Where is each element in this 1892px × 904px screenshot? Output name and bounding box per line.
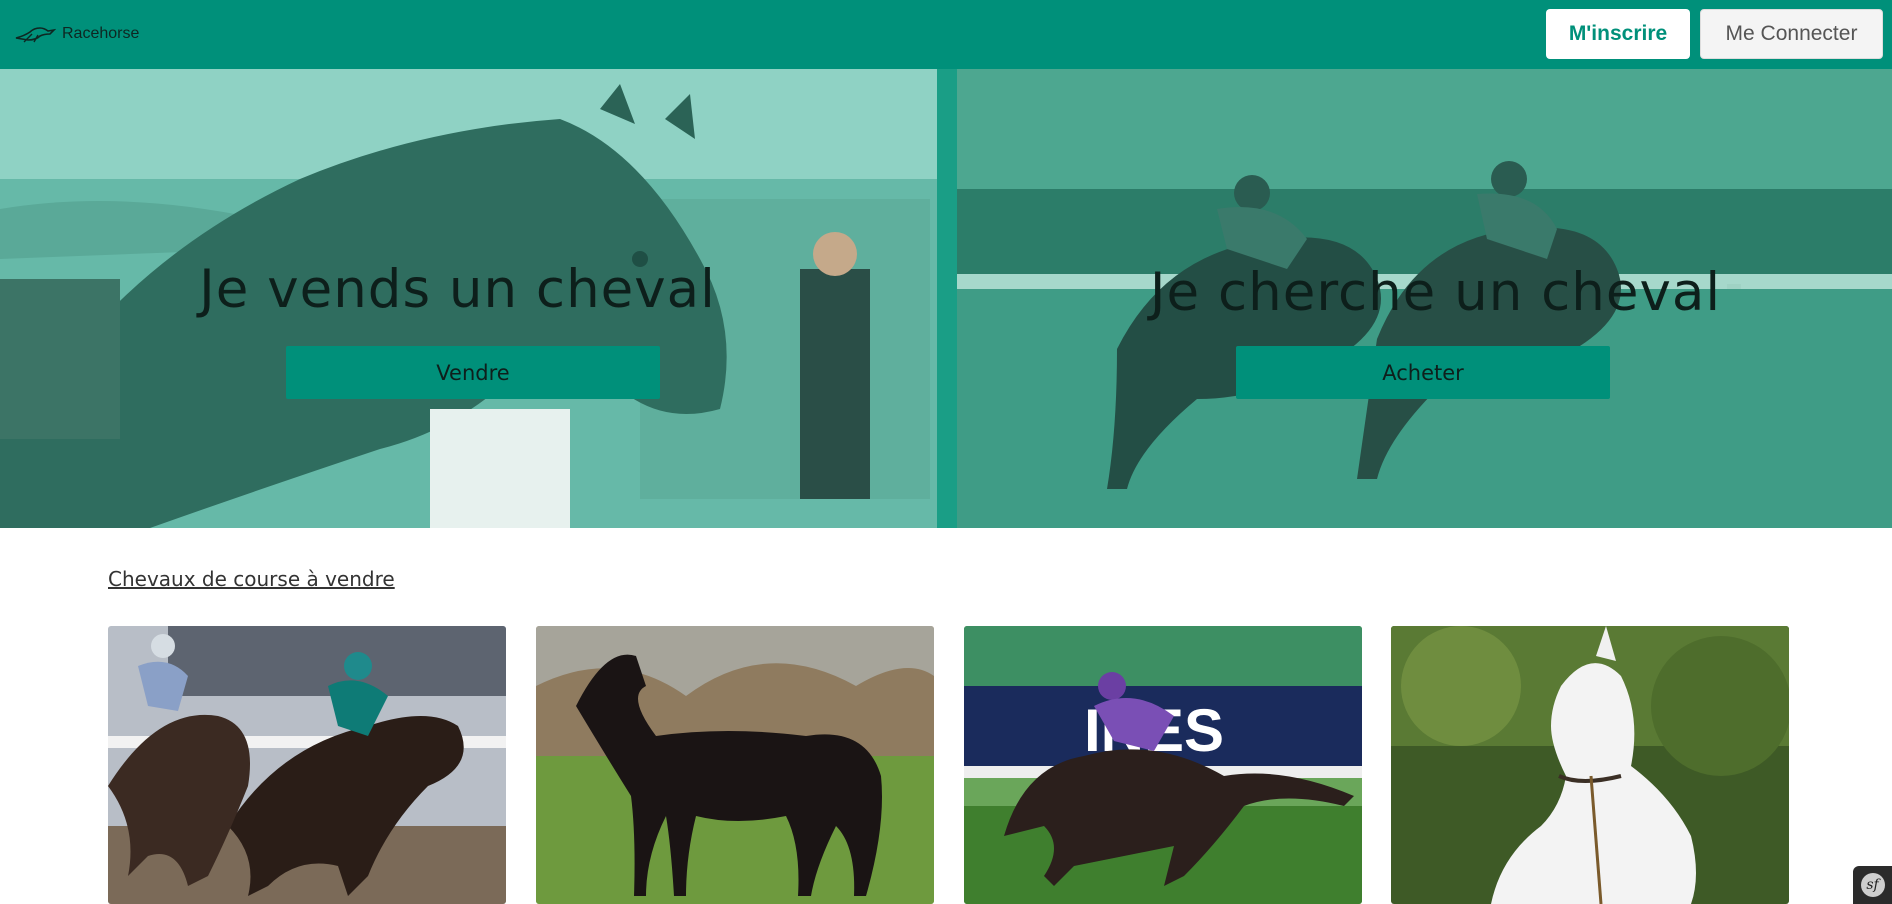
horse-card[interactable] <box>108 626 506 904</box>
hero-divider <box>937 69 957 528</box>
hero-sell-title: Je vends un cheval <box>199 259 716 320</box>
racing-horses-image <box>108 626 506 904</box>
dark-horse-standing-image <box>536 626 934 904</box>
signup-button[interactable]: M'inscrire <box>1546 9 1690 59</box>
top-navbar: Racehorse M'inscrire Me Connecter <box>0 0 1892 69</box>
horse-card[interactable] <box>536 626 934 904</box>
buy-button[interactable]: Acheter <box>1236 346 1610 399</box>
hero-sell-panel: Je vends un cheval Vendre <box>0 69 937 528</box>
sell-button[interactable]: Vendre <box>286 346 660 399</box>
racing-jockey-image: INES <box>964 626 1362 904</box>
horse-card[interactable]: INES <box>964 626 1362 904</box>
hero-buy-title: Je cherche un cheval <box>1149 262 1722 323</box>
symfony-icon: sf <box>1860 873 1885 897</box>
symfony-debug-toolbar-toggle[interactable]: sf <box>1853 866 1892 904</box>
racehorse-logo-icon <box>15 27 56 43</box>
brand-logo[interactable]: Racehorse <box>14 22 139 46</box>
hero-buy-panel: Je cherche un cheval Acheter <box>957 69 1892 528</box>
horse-card[interactable] <box>1391 626 1789 904</box>
racehorses-for-sale-link[interactable]: Chevaux de course à vendre <box>108 567 395 591</box>
brand-name: Racehorse <box>62 25 140 42</box>
login-button[interactable]: Me Connecter <box>1700 9 1883 59</box>
white-horse-image <box>1391 626 1789 904</box>
